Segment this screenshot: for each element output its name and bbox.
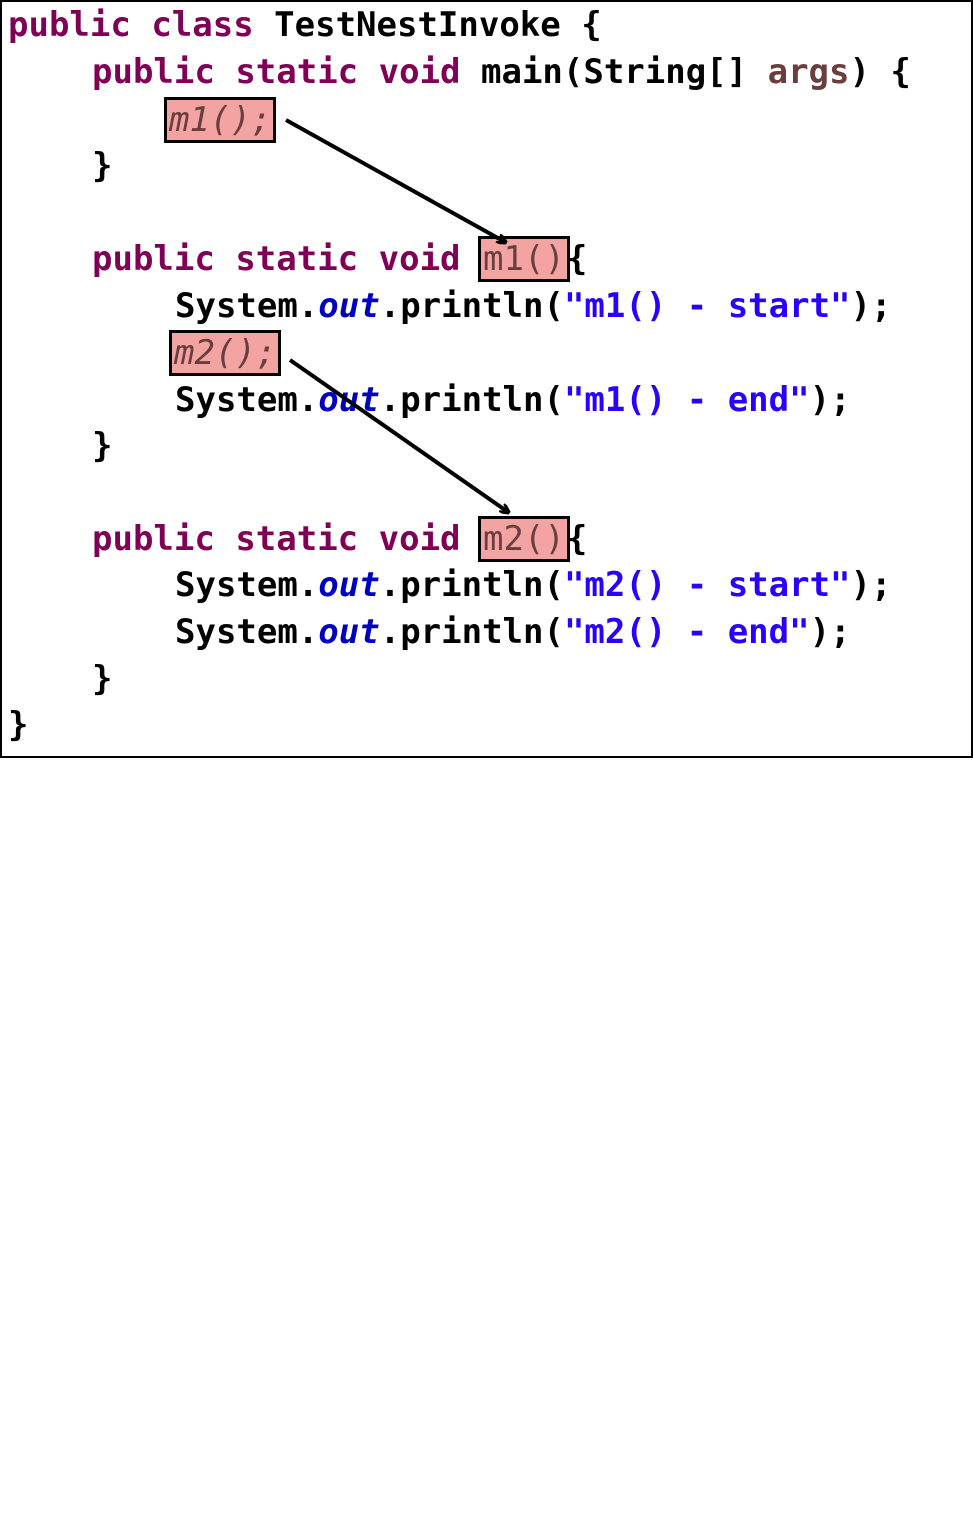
statement-end: ); bbox=[809, 380, 851, 420]
println-call: .println( bbox=[379, 380, 564, 420]
println-call: .println( bbox=[379, 612, 564, 652]
m1-call-highlight: m1(); bbox=[163, 97, 277, 143]
brace: } bbox=[92, 146, 113, 186]
brace: } bbox=[92, 659, 113, 699]
keyword: class bbox=[151, 5, 254, 45]
closing-brace-m2: } bbox=[92, 656, 112, 702]
keyword: static bbox=[235, 52, 359, 92]
system-class: System. bbox=[175, 612, 319, 652]
m2-call-highlight: m2(); bbox=[168, 330, 282, 376]
method-head: main(String[] bbox=[481, 52, 748, 92]
keyword: void bbox=[378, 239, 461, 279]
statement-end: ); bbox=[850, 286, 892, 326]
system-class: System. bbox=[175, 286, 319, 326]
println-statement: System.out.println("m1() - end"); bbox=[175, 377, 851, 423]
m2-method-signature: public static void m2(){ bbox=[92, 516, 587, 562]
system-class: System. bbox=[175, 565, 319, 605]
out-field: out bbox=[318, 286, 380, 326]
string-literal: "m2() - end" bbox=[563, 612, 810, 652]
println-statement: System.out.println("m2() - start"); bbox=[175, 562, 891, 608]
brace: } bbox=[92, 426, 113, 466]
main-method-signature: public static void main(String[] args) { bbox=[92, 49, 911, 95]
parameter-name: args bbox=[767, 52, 850, 92]
keyword: public bbox=[8, 5, 131, 45]
closing-brace-m1: } bbox=[92, 423, 112, 469]
closing-brace-class: } bbox=[8, 702, 28, 748]
keyword: static bbox=[235, 239, 359, 279]
println-call: .println( bbox=[379, 286, 564, 326]
string-literal: "m2() - start" bbox=[563, 565, 851, 605]
brace: { bbox=[566, 519, 588, 559]
keyword: public bbox=[92, 52, 215, 92]
code-block: public class TestNestInvoke { public sta… bbox=[0, 0, 969, 754]
m1-call-line: m1(); bbox=[163, 97, 277, 143]
m2-declaration-highlight: m2() bbox=[478, 516, 570, 562]
m2-call-line: m2(); bbox=[168, 330, 282, 376]
keyword: void bbox=[378, 519, 461, 559]
string-literal: "m1() - start" bbox=[563, 286, 851, 326]
println-call: .println( bbox=[379, 565, 564, 605]
closing-brace-main: } bbox=[92, 143, 112, 189]
keyword: static bbox=[235, 519, 359, 559]
out-field: out bbox=[318, 612, 380, 652]
class-name: TestNestInvoke bbox=[274, 5, 561, 45]
statement-end: ); bbox=[850, 565, 892, 605]
brace: { bbox=[566, 239, 588, 279]
string-literal: "m1() - end" bbox=[563, 380, 810, 420]
brace: { bbox=[581, 5, 602, 45]
statement-end: ); bbox=[809, 612, 851, 652]
out-field: out bbox=[318, 380, 380, 420]
println-statement: System.out.println("m1() - start"); bbox=[175, 283, 891, 329]
system-class: System. bbox=[175, 380, 319, 420]
signature-close: ) { bbox=[849, 52, 911, 92]
keyword: void bbox=[378, 52, 461, 92]
out-field: out bbox=[318, 565, 380, 605]
println-statement: System.out.println("m2() - end"); bbox=[175, 609, 851, 655]
keyword: public bbox=[92, 519, 215, 559]
keyword: public bbox=[92, 239, 215, 279]
brace: } bbox=[8, 705, 29, 745]
class-declaration-line: public class TestNestInvoke { bbox=[8, 2, 602, 48]
m1-declaration-highlight: m1() bbox=[478, 236, 570, 282]
m1-method-signature: public static void m1(){ bbox=[92, 236, 587, 282]
